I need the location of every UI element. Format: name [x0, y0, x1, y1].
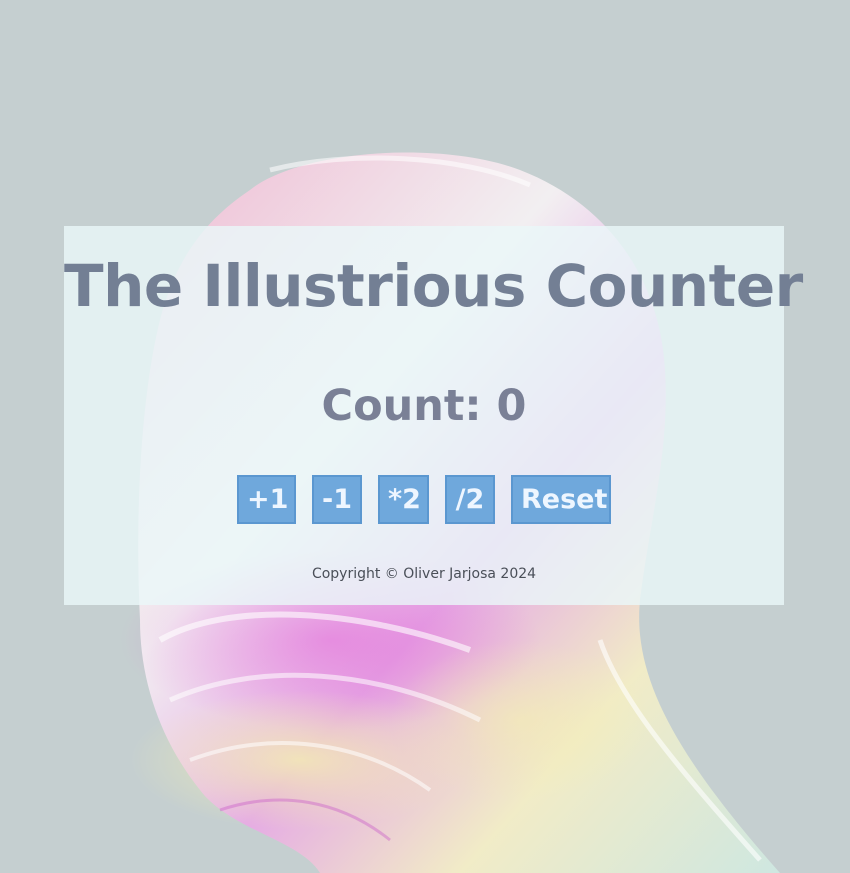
halve-button[interactable]: /2 — [445, 475, 495, 524]
increment-button[interactable]: +1 — [237, 475, 296, 524]
reset-button[interactable]: Reset — [511, 475, 611, 524]
page-title: The Illustrious Counter — [64, 252, 803, 320]
double-button[interactable]: *2 — [378, 475, 429, 524]
copyright-footer: Copyright © Oliver Jarjosa 2024 — [311, 566, 537, 582]
counter-controls: +1 -1 *2 /2 Reset — [64, 475, 784, 525]
decrement-button[interactable]: -1 — [312, 475, 362, 524]
counter-card: The Illustrious Counter Count: 0 +1 -1 *… — [64, 226, 803, 605]
count-display: Count: 0 — [321, 381, 527, 431]
